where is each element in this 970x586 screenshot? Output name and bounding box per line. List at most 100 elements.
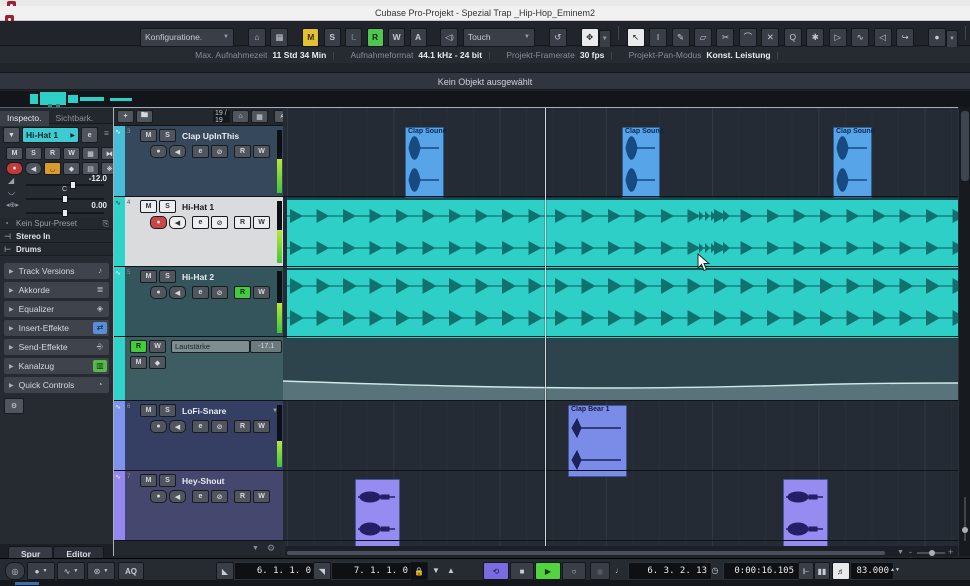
split-tool[interactable]: ✂ [716,28,734,47]
solo-button[interactable]: S [159,129,176,142]
horizontal-scrollbar[interactable] [287,551,885,555]
edit-channel-button[interactable]: e [192,420,209,433]
read-automation-button[interactable]: R [130,340,147,353]
monitor-button[interactable]: ◀ [169,216,186,229]
track-preset-row[interactable]: ◔Kein Spur-Preset⎘ [0,218,113,230]
home-icon[interactable]: ⌂ [232,110,249,123]
automation-mode-dropdown[interactable]: Touch▼ [463,28,535,47]
lane-display-icon[interactable]: ▦ [82,147,99,160]
track-settings-gear-icon[interactable]: ⚙ [267,543,275,554]
color-menu-chevron[interactable]: ▼ [946,30,958,49]
read-automation-button[interactable]: R [234,490,251,503]
midi-record-mode-dropdown[interactable]: ⊛▼ [87,562,115,580]
object-selection-tool[interactable]: ↖ [627,28,645,47]
record-enable-button[interactable]: ● [150,286,167,299]
zoom-slider[interactable] [917,552,945,554]
right-locator-display[interactable]: 7. 1. 1. 0 [331,562,413,580]
left-locator-display[interactable]: 6. 1. 1. 0 [234,562,316,580]
section-track-versions[interactable]: ▶Track Versions♪ [4,263,109,279]
punch-in-icon[interactable]: ▼ [429,562,443,578]
audio-clip-hey-shout[interactable] [355,479,400,547]
freeze-button[interactable]: ⊘ [211,490,228,503]
record-enable-button[interactable]: ● [150,145,167,158]
input-routing-row[interactable]: ⊣Stereo In [0,231,113,243]
section-equalizer[interactable]: ▶Equalizer◈ [4,301,109,317]
record-enable-button[interactable]: ● [150,420,167,433]
vertical-zoom-slider[interactable] [964,497,966,541]
draw-tool[interactable]: ✎ [672,28,690,47]
freeze-button[interactable]: ⊘ [211,216,228,229]
project-cursor[interactable] [545,108,546,546]
audio-clip-clap-sound[interactable]: Clap Sound [833,127,872,198]
write-automation-button[interactable]: W [253,216,270,229]
automation-curve[interactable] [283,337,958,401]
glue-tool[interactable]: ⌒ [739,28,757,47]
mute-tool[interactable]: ✕ [761,28,779,47]
audio-clip-clap-sound[interactable]: Clap Sound [405,127,444,198]
comp-tool[interactable]: ✱ [806,28,824,47]
read-automation-button[interactable]: R [234,216,251,229]
write-automation-button[interactable]: W [253,145,270,158]
pan-slider[interactable] [26,198,104,200]
read-automation-button[interactable]: R [234,286,251,299]
write-automation-button[interactable]: W [253,490,270,503]
title-bar[interactable]: Cubase Pro-Projekt - Spezial Trap _Hip-H… [0,6,970,21]
audio-record-mode-dropdown[interactable]: ∿▼ [57,562,85,580]
track-header-hihat1[interactable]: ∿ 4 M S Hi-Hat 1 ● ◀ e ⊘ R W [114,197,284,267]
zoom-preset-chevron[interactable]: ▼ [897,549,904,556]
zoom-out-icon[interactable]: - [909,547,912,556]
record-enable-button[interactable]: ● [150,490,167,503]
zoom-tool[interactable]: Q [784,28,802,47]
monitor-button[interactable]: ◀ [169,286,186,299]
freeze-button[interactable]: ⊘ [211,286,228,299]
goto-right-locator-button[interactable]: ◥ [313,562,331,580]
solo-button[interactable]: S [159,270,176,283]
activate-project-icon[interactable]: ⌂ [248,28,266,47]
section-quick-controls[interactable]: ▶Quick Controls◔ [4,377,109,393]
track-color-strip[interactable]: ∿ [114,197,125,266]
mute-button[interactable]: M [140,200,157,213]
track-color-strip[interactable]: ∿ [114,267,125,336]
monitor-button[interactable]: ◀ [169,490,186,503]
section-channel-strip[interactable]: ▶Kanalzug▥ [4,358,109,374]
secondary-time-format-icon[interactable]: ◷ [708,562,722,578]
global-solo-button[interactable]: S [324,28,341,47]
tempo-track-button[interactable]: ♬ [832,562,850,580]
primary-time-display[interactable]: 6. 3. 2. 13 [628,562,712,580]
inspector-settings-gear-icon[interactable]: ⚙ [4,398,24,414]
track-header-hey-shout[interactable]: ∿ 7 M S Hey-Shout ● ◀ e ⊘ R W [114,471,284,541]
punch-out-icon[interactable]: ▲ [444,562,458,578]
read-automation-button[interactable]: R [234,420,251,433]
track-scale-chevron[interactable]: ▼ [252,545,259,552]
track-header-clap-upinthis[interactable]: ∿ 3 M S Clap UpInThis ● ◀ e ⊘ R W [114,126,284,197]
audio-event-hihat1[interactable] [287,198,958,270]
suspend-automation-button[interactable]: A [410,28,427,47]
mute-button[interactable]: M [140,404,157,417]
freeze-button[interactable]: ⊘ [211,145,228,158]
write-automation-button[interactable]: W [253,420,270,433]
tempo-spinner[interactable]: ▲▼ [890,562,900,578]
write-automation-button[interactable]: W [253,286,270,299]
record-button[interactable]: ○ [562,562,586,580]
add-track-button[interactable]: + [117,110,134,123]
audio-clip-clap-bear[interactable]: Clap Bear 1 [568,405,627,477]
warp-tool[interactable]: ↪ [896,28,914,47]
edit-channel-button[interactable]: e [192,490,209,503]
edit-channel-button[interactable]: e [192,286,209,299]
solo-button[interactable]: S [25,147,42,160]
mute-button[interactable]: M [140,270,157,283]
zoom-in-icon[interactable]: + [948,547,953,556]
write-automation-button[interactable]: W [149,340,166,353]
inspector-menu-icon[interactable]: ≡ [100,126,113,141]
global-mute-button[interactable]: M [302,28,319,47]
record-enable-button[interactable]: ● [150,216,167,229]
section-send-effects[interactable]: ▶Send-Effekte⎆ [4,339,109,355]
global-listen-button[interactable]: L [345,28,362,47]
track-name[interactable]: Hi-Hat 2 [182,272,214,282]
collapse-track-chevron[interactable]: ▼ [3,127,20,143]
track-header-hihat2[interactable]: ∿ 5 M S Hi-Hat 2 ● ◀ e ⊘ R W [114,267,284,337]
read-automation-button[interactable]: R [234,145,251,158]
auto-quantize-button[interactable]: AQ [118,562,144,580]
secondary-time-display[interactable]: 0:00:16.105 [723,562,799,580]
audio-performance-icon[interactable]: ◎ [5,562,25,580]
